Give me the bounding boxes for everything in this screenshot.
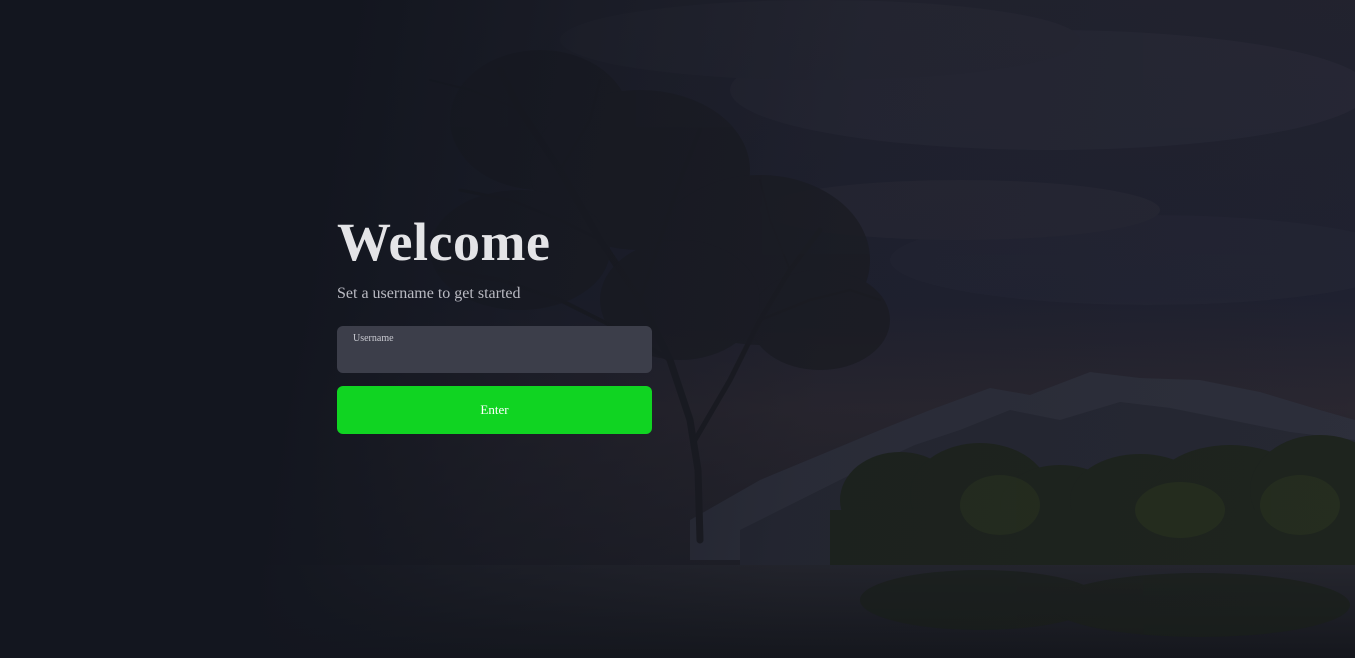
page-subtitle: Set a username to get started bbox=[337, 285, 521, 302]
username-label: Username bbox=[353, 333, 394, 344]
username-input[interactable] bbox=[353, 348, 640, 368]
landscape-background bbox=[0, 0, 1355, 658]
enter-button[interactable]: Enter bbox=[337, 386, 652, 434]
page-title: Welcome bbox=[337, 212, 551, 272]
username-field[interactable]: Username bbox=[337, 326, 652, 373]
login-panel: Welcome Set a username to get started Us… bbox=[337, 210, 652, 434]
login-screen: Welcome Set a username to get started Us… bbox=[0, 0, 1355, 658]
